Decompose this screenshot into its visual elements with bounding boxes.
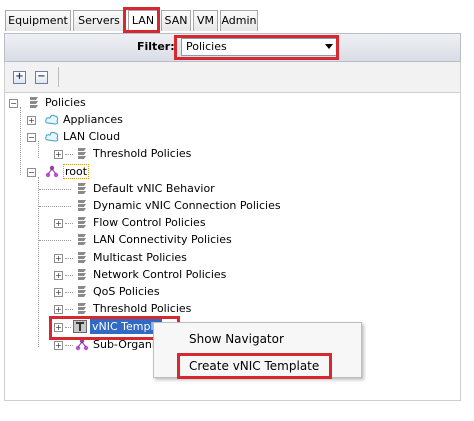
tree-node-root-org[interactable]: − root <box>5 164 305 180</box>
expand-icon[interactable]: + <box>54 288 63 297</box>
tree-guide <box>39 189 71 190</box>
tree-label: QoS Policies <box>93 285 160 298</box>
organization-icon <box>45 165 59 178</box>
tree-node-qos-policies[interactable]: + QoS Policies <box>5 284 325 300</box>
tree-label: Dynamic vNIC Connection Policies <box>93 199 281 212</box>
tree-node-threshold-policies[interactable]: + Threshold Policies <box>5 301 325 317</box>
tree-label: Policies <box>45 96 86 109</box>
policy-icon <box>78 286 86 297</box>
tree-node-lan-connectivity-policies[interactable]: LAN Connectivity Policies <box>5 232 325 248</box>
tab-admin[interactable]: Admin <box>220 10 258 31</box>
menu-item-show-navigator[interactable]: Show Navigator <box>189 332 284 346</box>
expand-icon[interactable]: + <box>54 254 63 263</box>
tree-guide <box>65 258 73 259</box>
tree-node-default-vnic-behavior[interactable]: Default vNIC Behavior <box>5 181 325 197</box>
tree-guide <box>65 275 73 276</box>
expand-icon[interactable]: + <box>54 150 63 159</box>
tree-guide <box>65 292 73 293</box>
policy-icon <box>78 183 86 194</box>
tree-node-policies[interactable]: − Policies <box>5 95 305 111</box>
policy-icon <box>78 217 86 228</box>
tree-guide <box>65 309 73 310</box>
tree-label: Appliances <box>63 113 123 126</box>
policy-icon <box>78 303 86 314</box>
highlight-lan-tab <box>123 7 160 33</box>
tree-node-flow-control-policies[interactable]: + Flow Control Policies <box>5 215 325 231</box>
tree-node-dynamic-vnic-connection-policies[interactable]: Dynamic vNIC Connection Policies <box>5 198 325 214</box>
tree-guide <box>65 154 73 155</box>
policy-icon <box>78 252 86 263</box>
tree-label: LAN Connectivity Policies <box>93 233 232 246</box>
policy-icon <box>78 200 86 211</box>
expand-icon[interactable]: + <box>54 219 63 228</box>
tree-label: root <box>63 164 90 179</box>
policy-icon <box>78 269 86 280</box>
collapse-icon[interactable]: − <box>27 133 36 142</box>
tree-guide <box>65 345 73 346</box>
tree-node-lan-cloud[interactable]: − LAN Cloud <box>5 129 305 145</box>
cloud-icon <box>45 131 59 142</box>
collapse-all-button[interactable]: − <box>35 71 48 84</box>
collapse-icon[interactable]: − <box>27 168 36 177</box>
tree-label: Multicast Policies <box>93 251 187 264</box>
tree-guide <box>65 223 73 224</box>
collapse-icon[interactable]: − <box>9 99 18 108</box>
tab-strip: Equipment Servers LAN SAN VM Admin <box>4 6 461 33</box>
tree-toolbar: + − <box>4 62 461 92</box>
tree-label: Flow Control Policies <box>93 216 206 229</box>
expand-icon[interactable]: + <box>54 305 63 314</box>
expand-icon[interactable]: + <box>54 271 63 280</box>
toolbar-separator <box>58 67 59 87</box>
tree-label: Threshold Policies <box>93 302 192 315</box>
tree-node-lan-cloud-threshold-policies[interactable]: + Threshold Policies <box>5 146 305 162</box>
expand-icon[interactable]: + <box>54 341 63 350</box>
expand-icon[interactable]: + <box>27 116 36 125</box>
policy-icon <box>30 97 38 108</box>
cloud-icon <box>45 114 59 125</box>
tree-label: LAN Cloud <box>63 130 121 143</box>
tree-label: Threshold Policies <box>93 147 192 160</box>
tree-node-appliances[interactable]: + Appliances <box>5 112 305 128</box>
expand-all-button[interactable]: + <box>13 71 26 84</box>
tab-vm[interactable]: VM <box>193 10 218 31</box>
filter-label: Filter: <box>137 40 175 53</box>
tree-guide <box>39 206 71 207</box>
highlight-create-vnic-template <box>177 353 332 379</box>
tree-label: Default vNIC Behavior <box>93 182 215 195</box>
highlight-filter <box>174 35 339 60</box>
tree-label: Network Control Policies <box>93 268 227 281</box>
tab-servers[interactable]: Servers <box>73 10 125 31</box>
policy-icon <box>78 234 86 245</box>
tree-node-multicast-policies[interactable]: + Multicast Policies <box>5 250 325 266</box>
tree-node-network-control-policies[interactable]: + Network Control Policies <box>5 267 325 283</box>
policy-icon <box>78 148 86 159</box>
tree-guide <box>39 240 71 241</box>
tab-equipment[interactable]: Equipment <box>5 10 71 31</box>
tab-san[interactable]: SAN <box>161 10 191 31</box>
